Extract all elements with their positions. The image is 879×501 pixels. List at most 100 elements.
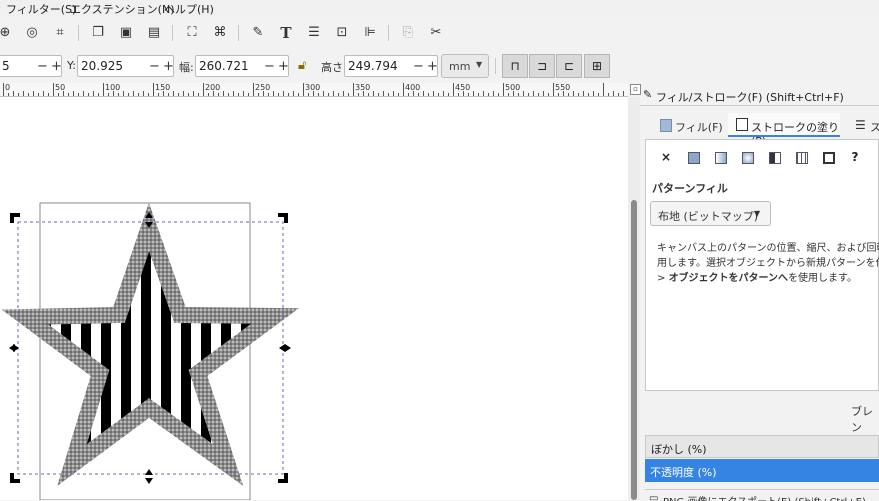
mesh-gradient-icon[interactable]	[767, 150, 781, 164]
ruler-tick	[593, 91, 594, 96]
ungroup-icon[interactable]: ⌘	[211, 24, 229, 42]
panel-title: フィル/ストローク(F) (Shift+Ctrl+F)	[656, 91, 844, 104]
radial-gradient-icon[interactable]	[740, 150, 754, 164]
flat-color-icon[interactable]	[686, 150, 700, 164]
ruler-tick	[108, 93, 109, 96]
document-properties-icon[interactable]: ✂	[427, 24, 445, 42]
width-label: 幅:	[179, 61, 194, 74]
width-minus-button[interactable]: −	[264, 59, 275, 74]
ruler-tick	[303, 83, 304, 96]
canvas[interactable]	[0, 97, 628, 500]
x-minus-button[interactable]: −	[37, 59, 48, 74]
tab-fill[interactable]: フィル(F)	[645, 113, 728, 137]
ruler-tick	[218, 93, 219, 96]
ruler-tick	[388, 93, 389, 96]
ruler-tick	[248, 93, 249, 96]
height-minus-button[interactable]: −	[413, 59, 424, 74]
unset-paint-icon[interactable]: ?	[848, 150, 862, 164]
y-value: 20.925	[81, 59, 123, 73]
scrollbar-thumb[interactable]	[631, 200, 637, 500]
chevron-down-icon: ▼	[754, 209, 761, 218]
width-plus-button[interactable]: +	[278, 59, 289, 74]
ruler-tick	[193, 91, 194, 96]
y-field[interactable]: 20.925 − +	[77, 55, 174, 77]
unit-select[interactable]: mm ▼	[441, 54, 489, 78]
zoom-drawing-icon[interactable]: ⊕	[0, 24, 14, 42]
height-plus-button[interactable]: +	[427, 59, 438, 74]
no-paint-icon[interactable]: ×	[659, 150, 673, 164]
ruler-tick	[43, 91, 44, 96]
panel-title-icon: ✎	[643, 88, 653, 101]
tab-stroke-paint[interactable]: ストロークの塗り(P)	[728, 113, 840, 148]
horizontal-ruler: 0 50 100 150 200 250 300 350 400 450 500 550	[0, 83, 628, 97]
pattern-help-text: キャンバス上のパターンの位置、縮尺、および回転を 用します。選択オブジェクトから…	[657, 243, 879, 284]
swatch-icon[interactable]	[821, 150, 835, 164]
toolbar-separator	[495, 58, 496, 74]
y-plus-button[interactable]: +	[163, 59, 174, 74]
ruler-tick	[208, 93, 209, 96]
ruler-tick	[403, 83, 404, 96]
zoom-page-icon[interactable]: ◎	[23, 24, 41, 42]
clone-icon[interactable]: ▣	[117, 24, 135, 42]
export-panel-tab[interactable]: ▭ PNG 画像にエクスポート(E) (Shift+Ctrl+E)	[645, 489, 879, 501]
menu-filters[interactable]: フィルター(S)	[6, 1, 76, 17]
ruler-label: 400	[405, 83, 421, 92]
ruler-tick	[128, 93, 129, 96]
align-icon[interactable]: ⊫	[361, 24, 379, 42]
blend-label: ブレン	[851, 405, 873, 434]
ruler-tick	[383, 91, 384, 96]
zoom-fit-icon[interactable]: ⌗	[51, 24, 69, 42]
ruler-tick	[183, 91, 184, 96]
duplicate-icon[interactable]: ❐	[89, 24, 107, 42]
ruler-tick	[538, 93, 539, 96]
ruler-tick	[533, 91, 534, 96]
menu-extensions[interactable]: エクステンション(N)	[70, 1, 174, 17]
ruler-tick	[523, 91, 524, 96]
unlink-clone-icon[interactable]: ▤	[145, 24, 163, 42]
preferences-icon[interactable]: ⎘	[399, 24, 417, 42]
pattern-select[interactable]: 布地 (ビットマップ) ▼	[650, 201, 771, 226]
stroke-swatch-icon	[736, 118, 748, 131]
ruler-tick	[38, 93, 39, 96]
fill-stroke-icon[interactable]: ✎	[249, 24, 267, 42]
move-gradients-icon[interactable]: ⊏	[556, 54, 582, 78]
ruler-tick	[83, 91, 84, 96]
xml-editor-icon[interactable]: ⊡	[333, 24, 351, 42]
tab-stroke-style-label: ス	[870, 121, 879, 134]
x-plus-button[interactable]: +	[51, 59, 62, 74]
ruler-tick	[68, 93, 69, 96]
tab-stroke-style[interactable]: ☰ ス	[845, 113, 879, 137]
ruler-tick	[558, 93, 559, 96]
ruler-tick	[238, 93, 239, 96]
y-minus-button[interactable]: −	[149, 59, 160, 74]
group-icon[interactable]: ⛶	[183, 24, 201, 42]
opacity-slider[interactable]: 不透明度 (%)	[645, 459, 879, 482]
width-field[interactable]: 260.721 − +	[195, 55, 289, 77]
ruler-tick	[353, 83, 354, 96]
text-icon[interactable]: T	[277, 24, 295, 42]
scale-corners-icon[interactable]: ⊐	[529, 54, 555, 78]
scale-stroke-icon[interactable]: ⊓	[502, 54, 528, 78]
blur-slider[interactable]: ぼかし (%)	[645, 435, 879, 458]
ruler-tick	[143, 91, 144, 96]
linear-gradient-icon[interactable]	[713, 150, 727, 164]
height-field[interactable]: 249.794 − +	[344, 55, 438, 77]
ruler-tick	[618, 93, 619, 96]
dock-toggle-icon[interactable]: ▫	[630, 84, 641, 95]
ruler-tick	[428, 93, 429, 96]
move-patterns-icon[interactable]: ⊞	[584, 54, 610, 78]
ruler-tick	[308, 93, 309, 96]
pattern-icon[interactable]	[794, 150, 808, 164]
ruler-tick	[468, 93, 469, 96]
x-field[interactable]: 5 − +	[0, 55, 62, 77]
layers-icon[interactable]: ☰	[305, 24, 323, 42]
ruler-tick	[123, 91, 124, 96]
ruler-tick	[378, 93, 379, 96]
ruler-tick	[318, 93, 319, 96]
lock-icon[interactable]: 🔓︎	[298, 58, 306, 73]
height-label: 高さ:	[321, 61, 347, 74]
ruler-tick	[138, 93, 139, 96]
ruler-tick	[343, 91, 344, 96]
fill-swatch-icon	[660, 119, 672, 132]
menu-help[interactable]: ヘルプ(H)	[164, 1, 214, 17]
